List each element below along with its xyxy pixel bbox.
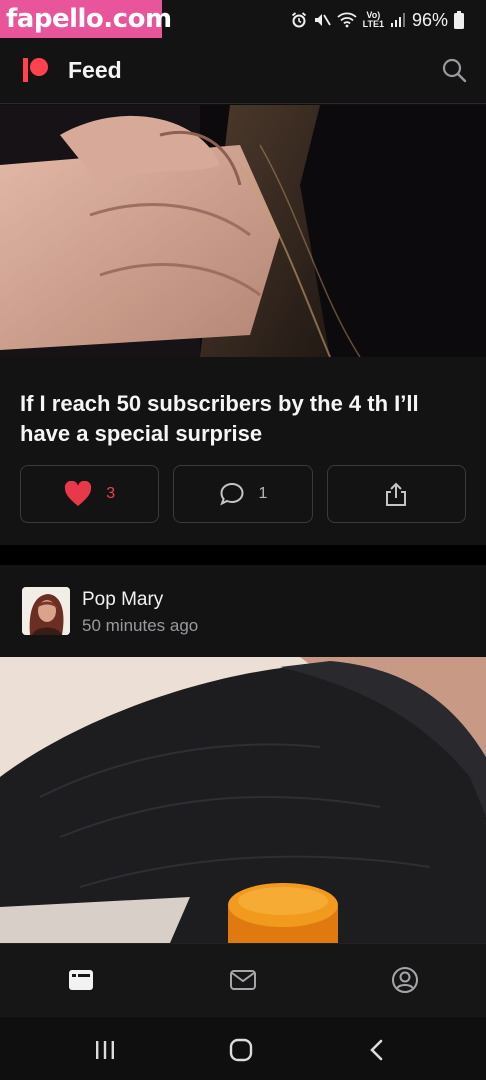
back-icon[interactable]: [364, 1037, 390, 1063]
recents-icon[interactable]: [92, 1037, 118, 1063]
share-button[interactable]: [326, 465, 466, 523]
post-timestamp: 50 minutes ago: [82, 616, 199, 635]
share-icon: [386, 482, 407, 506]
page-title: Feed: [68, 57, 122, 83]
feed-icon[interactable]: [67, 966, 95, 994]
post-card: If I reach 50 subscribers by the 4 th I’…: [0, 357, 486, 545]
post-image[interactable]: [0, 105, 486, 357]
like-button[interactable]: 3: [20, 465, 160, 523]
mute-icon: [314, 14, 331, 26]
heart-icon: [65, 481, 92, 506]
wifi-icon: [337, 12, 357, 28]
battery-icon: [454, 11, 464, 29]
system-navigation: [0, 1017, 486, 1080]
author-name[interactable]: Pop Mary: [82, 589, 163, 611]
post-actions: 3 1: [20, 465, 466, 523]
home-icon[interactable]: [228, 1037, 254, 1063]
battery-percent: 96%: [411, 9, 448, 30]
patreon-logo-icon[interactable]: [22, 56, 50, 84]
watermark: fapello.com: [0, 0, 172, 38]
bottom-navigation: [0, 943, 486, 1017]
like-count: 3: [106, 485, 116, 502]
comment-button[interactable]: 1: [173, 465, 313, 523]
network-lte: LTE1: [362, 19, 384, 29]
post-title[interactable]: If I reach 50 subscribers by the 4 th I’…: [20, 389, 470, 449]
comment-count: 1: [258, 485, 268, 502]
network-type: Vo) LTE1: [363, 11, 384, 29]
signal-icon: [390, 13, 405, 27]
search-icon[interactable]: [440, 56, 468, 84]
status-icons: Vo) LTE1 96%: [291, 8, 464, 32]
comment-icon: [219, 482, 244, 506]
alarm-icon: [291, 12, 306, 28]
mail-icon[interactable]: [229, 966, 257, 994]
avatar[interactable]: [22, 587, 70, 635]
post-image[interactable]: [0, 657, 486, 943]
app-header: Feed: [0, 40, 486, 104]
post-separator: [0, 545, 486, 565]
post-header: Pop Mary 50 minutes ago: [0, 565, 486, 657]
profile-icon[interactable]: [391, 966, 419, 994]
